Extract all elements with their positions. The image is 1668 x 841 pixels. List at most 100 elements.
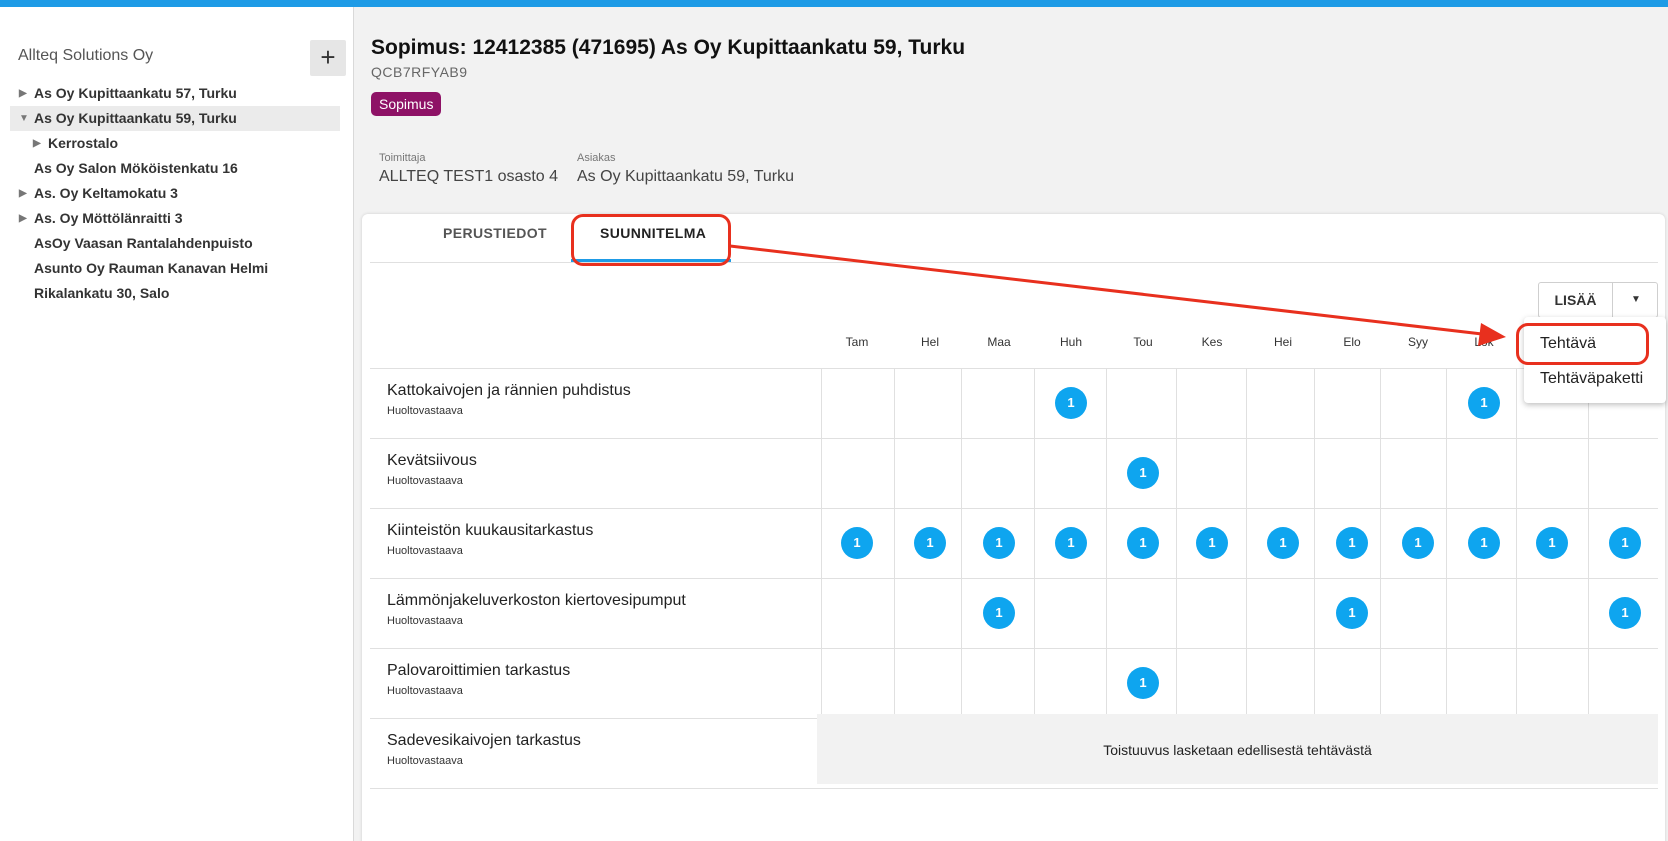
task-name[interactable]: Lämmönjakeluverkoston kiertovesipumput [387,592,686,610]
add-split-button: LISÄÄ ▼ [1538,282,1658,318]
chevron-down-icon[interactable]: ▼ [1614,283,1658,317]
task-name[interactable]: Palovaroittimien tarkastus [387,662,570,680]
tree-item-label: As Oy Kupittaankatu 59, Turku [34,110,237,126]
task-name[interactable]: Kiinteistön kuukausitarkastus [387,522,593,540]
column-divider [1516,368,1517,718]
tree-item-label: As. Oy Möttölänraitti 3 [34,210,183,226]
tree-item[interactable]: Asunto Oy Rauman Kanavan Helmi [10,256,340,281]
tree-item[interactable]: As Oy Salon Mököistenkatu 16 [10,156,340,181]
occurrence-count-badge[interactable]: 1 [1609,597,1641,629]
column-divider [894,368,895,718]
column-divider [1246,368,1247,718]
top-accent-bar [0,0,1668,7]
org-name: Allteq Solutions Oy [18,47,154,64]
occurrence-count-badge[interactable]: 1 [1336,597,1368,629]
task-role: Huoltovastaava [387,545,463,557]
tree-item-label: As Oy Kupittaankatu 57, Turku [34,85,237,101]
add-button-main[interactable]: LISÄÄ [1539,283,1613,317]
task-name[interactable]: Sadevesikaivojen tarkastus [387,732,581,750]
sidebar: Allteq Solutions Oy + ▶ As Oy Kupittaank… [0,7,354,841]
month-header: Hei [1273,335,1292,349]
occurrence-count-badge[interactable]: 1 [1468,527,1500,559]
occurrence-count-badge[interactable]: 1 [1336,527,1368,559]
tree-item-label: As. Oy Keltamokatu 3 [34,185,178,201]
occurrence-count-badge[interactable]: 1 [1468,387,1500,419]
column-divider [821,368,822,718]
tree-item[interactable]: ▶ As Oy Kupittaankatu 57, Turku [10,81,340,106]
supplier-label: Toimittaja [379,152,426,164]
occurrence-count-badge[interactable]: 1 [983,527,1015,559]
occurrence-count-badge[interactable]: 1 [1267,527,1299,559]
task-role: Huoltovastaava [387,685,463,697]
occurrence-count-badge[interactable]: 1 [983,597,1015,629]
row-divider [370,508,1658,509]
annotation-ring-menu-item [1516,323,1649,365]
menu-item-tehtavapaketti[interactable]: Tehtäväpaketti [1540,370,1643,388]
expand-arrow-icon[interactable]: ▶ [33,131,43,156]
month-header: Tou [1133,335,1153,349]
column-divider [961,368,962,718]
row-divider [370,578,1658,579]
tree-item-selected[interactable]: ▼ As Oy Kupittaankatu 59, Turku [10,106,340,131]
tree-item[interactable]: ▶ As. Oy Keltamokatu 3 [10,181,340,206]
tree-item[interactable]: Rikalankatu 30, Salo [10,281,340,306]
derived-frequency-cell: Toistuuvus lasketaan edellisestä tehtävä… [817,714,1658,784]
column-divider [1176,368,1177,718]
tree-item-label: Kerrostalo [48,135,119,151]
task-name[interactable]: Kevätsiivous [387,452,477,470]
add-button[interactable]: + [310,40,346,76]
column-divider [1034,368,1035,718]
tree-item[interactable]: AsOy Vaasan Rantalahdenpuisto [10,231,340,256]
tree-item-label: AsOy Vaasan Rantalahdenpuisto [34,235,253,251]
tree-item[interactable]: ▶ As. Oy Möttölänraitti 3 [10,206,340,231]
row-divider [370,368,1658,369]
annotation-ring-tab [571,214,731,266]
month-header: Syy [1407,335,1428,349]
expand-arrow-icon[interactable]: ▶ [19,206,29,231]
column-divider [1314,368,1315,718]
tree-item-label: Rikalankatu 30, Salo [34,285,170,301]
occurrence-count-badge[interactable]: 1 [1055,527,1087,559]
row-divider [370,788,1658,789]
month-header: Maa [987,335,1011,349]
page-title: Sopimus: 12412385 (471695) As Oy Kupitta… [371,36,966,59]
occurrence-count-badge[interactable]: 1 [1536,527,1568,559]
occurrence-count-badge[interactable]: 1 [1127,667,1159,699]
collapse-arrow-icon[interactable]: ▼ [19,106,29,131]
customer-value: As Oy Kupittaankatu 59, Turku [577,168,795,185]
occurrence-count-badge[interactable]: 1 [1127,527,1159,559]
occurrence-count-badge[interactable]: 1 [1196,527,1228,559]
task-role: Huoltovastaava [387,755,463,767]
contract-code: QCB7RFYAB9 [371,64,468,80]
month-header: Huh [1059,335,1082,349]
task-role: Huoltovastaava [387,405,463,417]
tree-item-label: As Oy Salon Mököistenkatu 16 [34,160,238,176]
column-divider [1106,368,1107,718]
occurrence-count-badge[interactable]: 1 [1127,457,1159,489]
occurrence-count-badge[interactable]: 1 [1609,527,1641,559]
task-name[interactable]: Kattokaivojen ja rännien puhdistus [387,382,631,400]
month-header: Elo [1343,335,1361,349]
month-header: Tam [845,335,869,349]
expand-arrow-icon[interactable]: ▶ [19,81,29,106]
month-header: Kes [1201,335,1223,349]
occurrence-count-badge[interactable]: 1 [1402,527,1434,559]
row-divider [370,648,1658,649]
row-divider [370,438,1658,439]
tab-perustiedot[interactable]: PERUSTIEDOT [443,225,547,241]
supplier-value: ALLTEQ TEST1 osasto 4 [379,168,559,185]
column-divider [1588,368,1589,718]
property-tree: ▶ As Oy Kupittaankatu 57, Turku ▼ As Oy … [10,81,340,306]
month-header: Hel [920,335,939,349]
occurrence-count-badge[interactable]: 1 [914,527,946,559]
occurrence-count-badge[interactable]: 1 [1055,387,1087,419]
tree-item[interactable]: ▶ Kerrostalo [10,131,340,156]
month-header: Lok [1474,335,1494,349]
expand-arrow-icon[interactable]: ▶ [19,181,29,206]
task-role: Huoltovastaava [387,615,463,627]
column-divider [1380,368,1381,718]
occurrence-count-badge[interactable]: 1 [841,527,873,559]
tabs-divider [370,262,1658,263]
task-role: Huoltovastaava [387,475,463,487]
column-divider [1446,368,1447,718]
